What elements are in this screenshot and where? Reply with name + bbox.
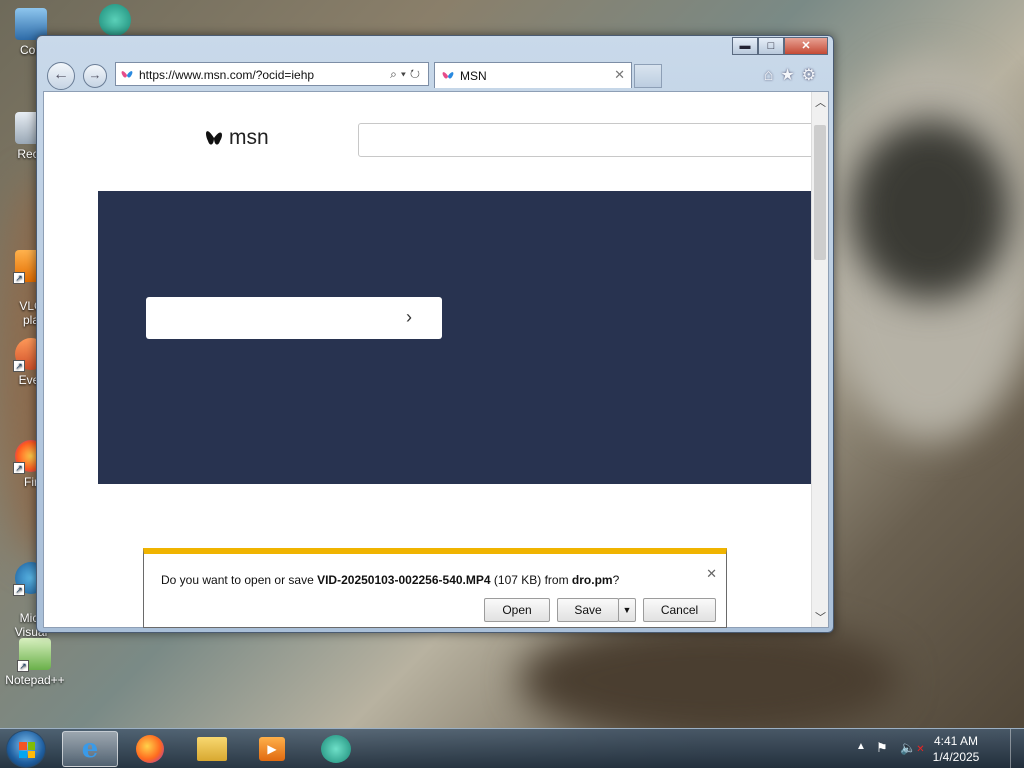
tab-msn[interactable]: MSN ✕ (434, 62, 632, 88)
scroll-up-icon[interactable]: ︿ (815, 94, 826, 110)
download-notification-bar: Do you want to open or save VID-20250103… (143, 548, 727, 628)
download-message: Do you want to open or save VID-20250103… (161, 573, 619, 587)
dropdown-icon[interactable]: ▾ (401, 67, 410, 81)
close-notification-icon[interactable]: ✕ (706, 566, 717, 582)
taskbar-file-explorer[interactable] (184, 731, 240, 767)
navigation-bar: ← → https://www.msn.com/?ocid=iehp ⌕▾↻ M… (37, 60, 833, 90)
show-hidden-icons-icon[interactable]: ▲ (856, 741, 866, 752)
scrollbar-thumb[interactable] (814, 125, 826, 260)
close-tab-icon[interactable]: ✕ (614, 67, 625, 83)
msn-butterfly-icon (442, 72, 454, 79)
shortcut-arrow-icon: ↗ (17, 660, 29, 672)
firefox-icon (136, 735, 164, 763)
taskbar-chat-app[interactable] (308, 731, 364, 767)
system-clock[interactable]: 4:41 AM 1/4/2025 (926, 733, 986, 765)
maximize-button[interactable]: □ (758, 37, 784, 55)
taskbar-media-player[interactable]: ▶ (244, 731, 300, 767)
download-filename: VID-20250103-002256-540.MP4 (317, 573, 491, 587)
window-caption-buttons: ▬ □ ✕ (732, 37, 828, 55)
taskbar: e ▶ ▲ ⚑ 🔈✕ 4:41 AM 1/4/2025 (0, 728, 1024, 768)
background-koala-eye (850, 120, 1010, 300)
hero-banner: › (98, 191, 814, 484)
search-input[interactable] (358, 123, 814, 157)
msn-butterfly-logo-icon (206, 131, 222, 145)
ie-window: ▬ □ ✕ ← → https://www.msn.com/?ocid=iehp… (36, 35, 834, 633)
download-size: (107 KB) from (490, 573, 572, 587)
hero-link-button[interactable]: › (146, 297, 442, 339)
clock-time: 4:41 AM (933, 734, 979, 748)
msn-logo-text: msn (229, 126, 269, 149)
windows-logo-icon (19, 742, 35, 758)
show-desktop-button[interactable] (1010, 729, 1024, 768)
taskbar-firefox[interactable] (122, 731, 178, 767)
taskbar-internet-explorer[interactable]: e (62, 731, 118, 767)
save-dropdown-button[interactable]: ▼ (618, 598, 636, 622)
download-source: dro.pm (571, 573, 613, 587)
address-bar[interactable]: https://www.msn.com/?ocid=iehp ⌕▾↻ (115, 62, 429, 86)
home-icon[interactable]: ⌂ (764, 67, 781, 84)
shortcut-arrow-icon: ↗ (13, 584, 25, 596)
forward-button[interactable]: → (83, 64, 107, 88)
address-url: https://www.msn.com/?ocid=iehp (139, 68, 315, 82)
notepad-plus-icon: ↗ (17, 638, 51, 672)
open-button[interactable]: Open (484, 598, 550, 622)
search-icon[interactable]: ⌕ (390, 67, 401, 81)
desktop-icon-notepad-plus[interactable]: ↗ Notepad++ (4, 638, 66, 687)
address-tools: ⌕▾↻ (390, 67, 424, 82)
save-button[interactable]: Save (557, 598, 619, 622)
msn-logo[interactable]: msn (204, 125, 269, 151)
system-tray: ▲ ⚑ 🔈✕ 4:41 AM 1/4/2025 (854, 729, 1024, 768)
msn-butterfly-icon (121, 71, 133, 78)
shortcut-arrow-icon: ↗ (13, 272, 25, 284)
desktop-icon-label: Notepad++ (5, 673, 65, 687)
start-button[interactable] (6, 730, 46, 768)
chat-bubble-icon (321, 735, 351, 763)
folder-icon (197, 737, 227, 761)
favorites-star-icon[interactable]: ★ (780, 67, 801, 84)
chat-bubble-icon (99, 4, 131, 36)
vertical-scrollbar[interactable]: ︿ ﹀ (811, 92, 828, 627)
speaker-muted-icon[interactable]: 🔈✕ (900, 740, 925, 756)
internet-explorer-icon: e (81, 734, 99, 764)
download-message-suffix: ? (612, 573, 620, 587)
background-branch (520, 620, 900, 740)
cancel-button[interactable]: Cancel (643, 598, 716, 622)
desktop-icon-app[interactable] (84, 4, 146, 39)
download-message-prefix: Do you want to open or save (161, 573, 318, 587)
media-player-icon: ▶ (259, 737, 285, 761)
chevron-right-icon: › (406, 307, 412, 327)
shortcut-arrow-icon: ↗ (13, 360, 25, 372)
shortcut-arrow-icon: ↗ (13, 462, 25, 474)
minimize-button[interactable]: ▬ (732, 37, 758, 55)
refresh-icon[interactable]: ↻ (410, 67, 424, 81)
back-button[interactable]: ← (47, 62, 75, 90)
new-tab-button[interactable] (634, 64, 662, 88)
settings-gear-icon[interactable]: ⚙ (802, 67, 823, 84)
scroll-down-icon[interactable]: ﹀ (815, 609, 826, 625)
toolbar-icons: ⌂★⚙ (764, 65, 823, 85)
close-window-button[interactable]: ✕ (784, 37, 828, 55)
clock-date: 1/4/2025 (932, 750, 980, 764)
tab-title: MSN (460, 69, 487, 83)
action-center-flag-icon[interactable]: ⚑ (876, 740, 888, 756)
